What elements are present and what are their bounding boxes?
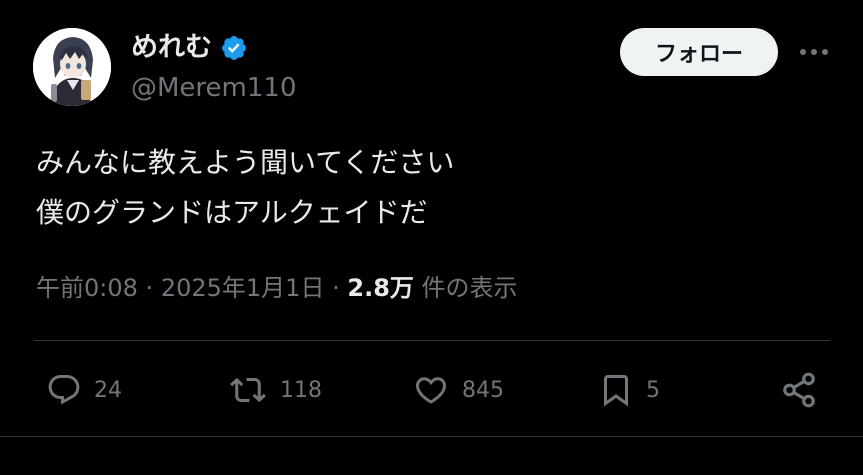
like-button[interactable]: 845 bbox=[412, 366, 504, 414]
views-count[interactable]: 2.8万 bbox=[347, 274, 414, 302]
author-name-row[interactable]: めれむ bbox=[131, 30, 248, 66]
reply-icon bbox=[48, 375, 80, 405]
display-name[interactable]: めれむ bbox=[131, 30, 212, 66]
more-horizontal-icon bbox=[800, 49, 828, 55]
meta-separator: · bbox=[145, 274, 154, 302]
repost-icon bbox=[230, 377, 266, 403]
repost-button[interactable]: 118 bbox=[228, 366, 322, 414]
author-handle[interactable]: @Merem110 bbox=[131, 72, 297, 104]
bottom-divider bbox=[0, 436, 863, 437]
action-bar: 24 118 845 5 bbox=[0, 366, 863, 414]
reply-count: 24 bbox=[94, 377, 122, 403]
tweet-card: めれむ @Merem110 フォロー みんなに教えよう聞いてください 僕のグラン… bbox=[0, 0, 863, 475]
repost-count: 118 bbox=[280, 377, 322, 403]
views-label[interactable]: 件の表示 bbox=[422, 274, 518, 302]
tweet-time[interactable]: 午前0:08 bbox=[36, 274, 138, 302]
heart-icon bbox=[415, 377, 447, 404]
reply-button[interactable]: 24 bbox=[46, 366, 122, 414]
avatar-image bbox=[33, 28, 111, 106]
tweet-date[interactable]: 2025年1月1日 bbox=[161, 274, 325, 302]
divider bbox=[34, 340, 830, 341]
share-button[interactable] bbox=[780, 366, 818, 414]
more-options-button[interactable] bbox=[796, 36, 832, 68]
follow-button[interactable]: フォロー bbox=[620, 28, 778, 76]
verified-badge-icon bbox=[222, 36, 246, 60]
bookmark-button[interactable]: 5 bbox=[598, 366, 660, 414]
share-icon bbox=[783, 372, 815, 408]
bookmark-count: 5 bbox=[646, 377, 660, 403]
tweet-text: みんなに教えよう聞いてください 僕のグランドはアルクェイドだ bbox=[36, 138, 826, 238]
avatar[interactable] bbox=[33, 28, 111, 106]
meta-separator: · bbox=[332, 274, 340, 302]
tweet-text-line: 僕のグランドはアルクェイドだ bbox=[36, 196, 428, 229]
bookmark-icon bbox=[604, 375, 628, 407]
tweet-text-line: みんなに教えよう聞いてください bbox=[36, 146, 455, 179]
tweet-meta: 午前0:08 · 2025年1月1日 · 2.8万 件の表示 bbox=[36, 270, 518, 306]
like-count: 845 bbox=[462, 377, 504, 403]
